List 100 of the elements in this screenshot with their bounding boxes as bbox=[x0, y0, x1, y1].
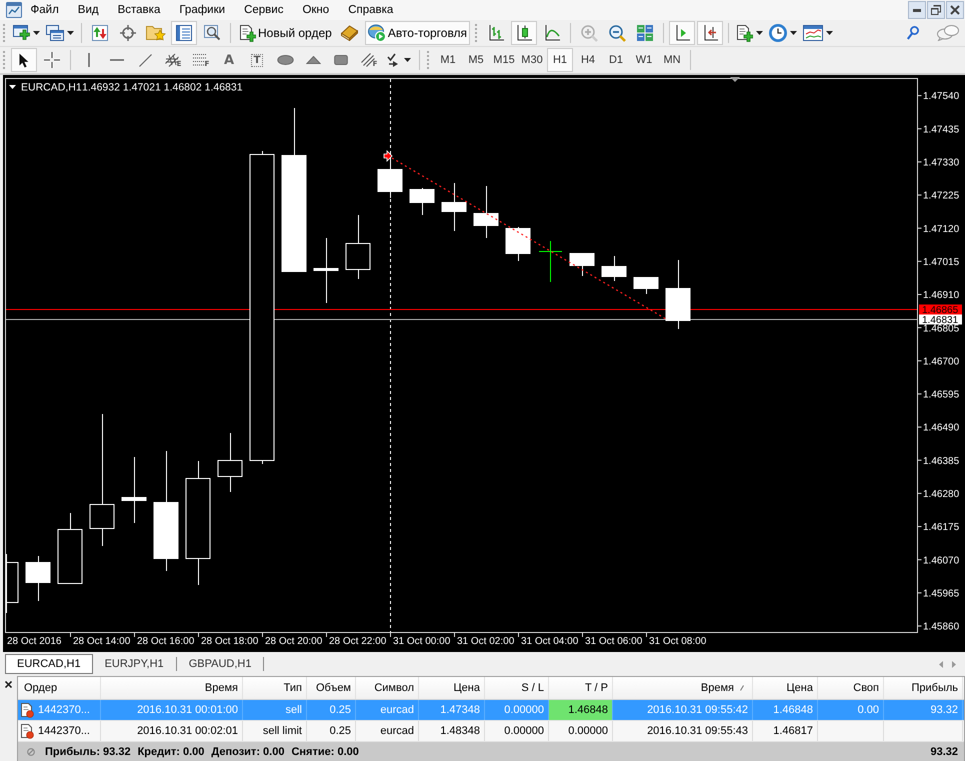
table-cell: eurcad bbox=[356, 700, 419, 720]
menu-item[interactable]: Справка bbox=[338, 1, 403, 19]
time-label: 31 Oct 04:00 bbox=[521, 636, 578, 647]
search-icon[interactable] bbox=[907, 26, 919, 40]
menu-item[interactable]: Сервис bbox=[234, 1, 293, 19]
new-order-button[interactable]: Новый ордер bbox=[236, 21, 335, 45]
table-cell: 2016.10.31 00:02:01 bbox=[101, 721, 243, 741]
clock-icon bbox=[769, 24, 788, 42]
timeframe-button[interactable]: H1 bbox=[547, 48, 573, 72]
document-plus-icon bbox=[239, 24, 256, 42]
column-header[interactable]: Объем bbox=[307, 677, 356, 699]
folder-star-icon bbox=[146, 25, 166, 41]
menu-item[interactable]: Окно bbox=[292, 1, 339, 19]
candle bbox=[378, 152, 402, 198]
toolbar-button[interactable] bbox=[767, 21, 800, 45]
candlestick-icon bbox=[516, 25, 532, 41]
caret-icon bbox=[67, 31, 74, 35]
column-header[interactable]: Тип bbox=[243, 677, 307, 699]
column-header[interactable]: S / L bbox=[485, 677, 549, 699]
price-label: 1.47015 bbox=[923, 256, 960, 268]
time-label: 28 Oct 2016 bbox=[7, 636, 62, 647]
column-header[interactable]: Время bbox=[613, 677, 753, 699]
candle bbox=[58, 512, 82, 584]
summary-total: 93.32 bbox=[930, 746, 958, 758]
price-label: 1.45965 bbox=[923, 588, 960, 600]
chart-ohlc: 1.46932 1.47021 1.46802 1.46831 bbox=[82, 82, 243, 94]
table-cell: 0.25 bbox=[307, 700, 356, 720]
restore-button[interactable] bbox=[927, 1, 945, 19]
chart-tab[interactable]: EURCAD,H1 bbox=[5, 654, 93, 674]
close-icon[interactable] bbox=[5, 681, 12, 688]
toolbar-button[interactable] bbox=[171, 21, 197, 45]
timeframe-button[interactable]: M30 bbox=[519, 48, 545, 72]
column-header[interactable]: Ордер bbox=[18, 677, 101, 699]
minimize-button[interactable] bbox=[908, 1, 926, 19]
timeframe-button[interactable]: MN bbox=[659, 48, 685, 72]
candle bbox=[474, 186, 498, 238]
price-label: 1.47330 bbox=[923, 158, 960, 168]
price-label: 1.46280 bbox=[923, 489, 960, 500]
price-label: 1.47540 bbox=[923, 91, 960, 102]
tile-windows-icon bbox=[637, 25, 654, 41]
menu-item[interactable]: Вид bbox=[68, 1, 108, 19]
window-chart-icon[interactable] bbox=[6, 2, 22, 18]
time-label: 28 Oct 20:00 bbox=[265, 636, 322, 647]
price-label: 1.47435 bbox=[923, 124, 960, 136]
horizontal-line-icon bbox=[110, 59, 124, 61]
timeframe-button[interactable]: M15 bbox=[491, 48, 517, 72]
column-header[interactable]: Цена bbox=[419, 677, 485, 699]
close-button[interactable] bbox=[946, 1, 964, 19]
column-header[interactable]: Своп bbox=[818, 677, 884, 699]
timeframe-button[interactable]: M1 bbox=[435, 48, 461, 72]
toolbar-button[interactable] bbox=[511, 21, 538, 45]
parallel-lines-icon bbox=[360, 53, 375, 67]
menu-item[interactable]: Графики bbox=[170, 1, 235, 19]
table-cell: 93.32 bbox=[884, 700, 963, 720]
toolbar-button[interactable] bbox=[669, 21, 696, 45]
price-label: 1.46070 bbox=[923, 555, 960, 566]
rectangle-icon bbox=[334, 55, 348, 65]
menu-item[interactable]: Вставка bbox=[108, 1, 170, 19]
candle bbox=[666, 260, 690, 330]
column-header[interactable]: Прибыль bbox=[884, 677, 963, 699]
order-number: 1442370... bbox=[38, 704, 90, 716]
column-header[interactable]: T / P bbox=[549, 677, 613, 699]
table-cell: 0.00000 bbox=[549, 721, 613, 741]
crosshair-icon bbox=[120, 25, 136, 41]
timeframe-button[interactable]: H4 bbox=[575, 48, 601, 72]
toolbar-button[interactable] bbox=[11, 48, 37, 72]
chart-tab[interactable]: GBPAUD,H1 bbox=[176, 654, 264, 674]
summary-item: Кредит: 0.00 bbox=[138, 746, 204, 758]
magnifier-window-icon bbox=[204, 25, 220, 41]
table-row[interactable]: 1442370... 2016.10.31 00:01:00 sell 0.25 eurcad 1.47348 0.00000 1.46848 2016.10.31 09:55:42 1.46848 0.00 93.32 bbox=[18, 700, 964, 721]
price-label: 1.46385 bbox=[923, 456, 960, 467]
column-header[interactable]: Цена bbox=[753, 677, 818, 699]
timeframe-button[interactable]: M5 bbox=[463, 48, 489, 72]
candle bbox=[570, 252, 594, 276]
toolbar-button[interactable] bbox=[697, 21, 724, 45]
column-header[interactable]: Символ bbox=[356, 677, 419, 699]
price-label: 1.46910 bbox=[923, 290, 960, 302]
triangle-down-icon[interactable] bbox=[9, 85, 16, 89]
table-row[interactable]: 1442370... 2016.10.31 00:02:01 sell limit 0.25 eurcad 1.48348 0.00000 0.00000 2016.10.31 09:55:43 1.46817 bbox=[18, 721, 964, 742]
chart-tab[interactable]: EURJPY,H1 bbox=[92, 654, 176, 674]
caret-icon bbox=[33, 31, 40, 35]
timeframe-button[interactable]: W1 bbox=[631, 48, 657, 72]
column-header[interactable]: Время bbox=[101, 677, 243, 699]
table-cell: 1.48348 bbox=[419, 721, 485, 741]
arrow-marker-icon bbox=[384, 150, 393, 162]
zoom-in-icon bbox=[580, 24, 598, 42]
timeframe-button[interactable]: D1 bbox=[603, 48, 629, 72]
crosshair-icon bbox=[44, 52, 60, 68]
toolbar-button[interactable]: T bbox=[244, 48, 270, 72]
close-icon bbox=[950, 5, 960, 15]
bar-chart-icon bbox=[488, 25, 504, 41]
table-cell: 0.00000 bbox=[485, 721, 549, 741]
globe-play-icon bbox=[368, 24, 386, 42]
auto-trading-button[interactable]: Авто-торговля bbox=[364, 21, 470, 45]
document-icon bbox=[21, 724, 34, 738]
menu-item[interactable]: Файл bbox=[21, 1, 68, 19]
book-icon bbox=[341, 25, 358, 41]
speech-bubbles-icon[interactable] bbox=[937, 25, 959, 41]
price-label: 1.46700 bbox=[923, 356, 960, 368]
toolbar-button[interactable]: A bbox=[216, 48, 242, 72]
